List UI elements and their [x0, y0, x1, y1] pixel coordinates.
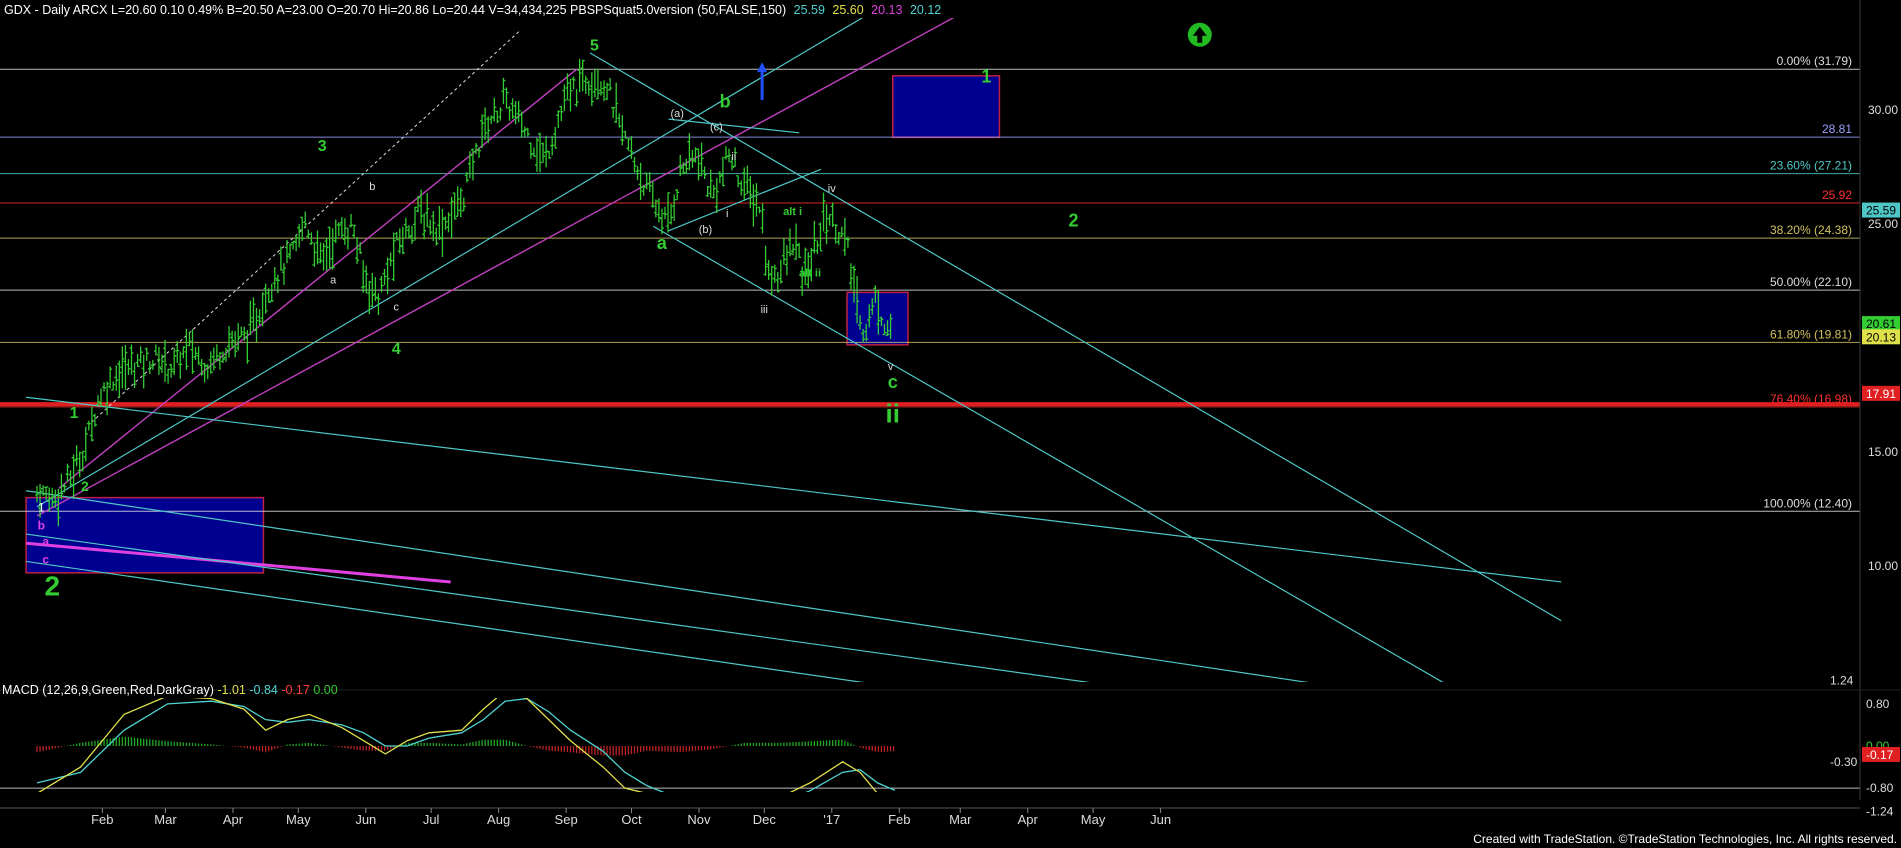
- fib-label-5: 50.00% (22.10): [1770, 275, 1852, 289]
- trendline-9: [26, 490, 1309, 682]
- fib-label-8: 100.00% (12.40): [1763, 496, 1852, 510]
- fib-label-3: 25.92: [1822, 188, 1852, 202]
- macd-label: MACD (12,26,9,Green,Red,DarkGray): [2, 683, 214, 697]
- x-tick-label-0: Feb: [91, 812, 113, 827]
- indicator-value-2: 25.60: [832, 3, 864, 17]
- macd-value-2: -0.84: [249, 683, 278, 697]
- x-tick-label-2: Apr: [223, 812, 244, 827]
- wave-label-22: 2: [81, 478, 89, 494]
- trendline-4: [589, 52, 1562, 622]
- x-tick-label-4: Jun: [355, 812, 376, 827]
- fib-label-0: 0.00% (31.79): [1777, 54, 1852, 68]
- wave-label-11: alt ii: [799, 267, 821, 279]
- price-tag-label-1: 20.61: [1866, 317, 1896, 331]
- trendline-10: [26, 533, 1090, 682]
- wave-label-14: c: [888, 372, 898, 392]
- macd-tick-label-1: 0.80: [1866, 697, 1890, 711]
- y-tick-label-0: 30.00: [1868, 103, 1898, 117]
- macd-tick-label-4: -0.17: [1866, 748, 1894, 762]
- x-tick-label-3: May: [286, 812, 311, 827]
- fib-label-2: 23.60% (27.21): [1770, 159, 1852, 173]
- y-tick-label-1: 25.00: [1868, 217, 1898, 231]
- wave-label-10: alt i: [783, 206, 802, 218]
- fib-label-4: 38.20% (24.38): [1770, 223, 1852, 237]
- wave-label-29: c: [42, 553, 49, 567]
- wave-label-26: 1: [38, 500, 45, 514]
- macd-value-3: -0.17: [281, 683, 310, 697]
- wave-label-21: 1: [70, 405, 79, 422]
- trendline-2: [58, 68, 578, 490]
- macd-signal-line: [36, 698, 896, 792]
- wave-label-23: 2: [44, 571, 60, 602]
- macd-value-4: 0.00: [313, 683, 338, 697]
- wave-label-4: (c): [710, 122, 723, 134]
- wave-label-28: a: [42, 534, 49, 548]
- wave-label-12: a: [657, 233, 668, 253]
- wave-label-7: i: [726, 208, 728, 220]
- target-box-1: [846, 291, 909, 346]
- price-chart[interactable]: 0.00% (31.79) 28.81 23.60% (27.21) 25.92 38.…: [0, 0, 1901, 848]
- indicator-value-1: 25.59: [793, 3, 825, 17]
- x-tick-label-16: Jun: [1150, 812, 1171, 827]
- price-tag-label-3: 17.91: [1866, 387, 1896, 401]
- wave-label-9: iv: [828, 183, 836, 195]
- wave-label-25: 2: [1068, 210, 1078, 230]
- trendline-6: [668, 118, 800, 134]
- wave-label-8: iii: [761, 304, 768, 316]
- macd-value-1: -1.01: [217, 683, 246, 697]
- macd-pane: [0, 698, 1860, 792]
- wave-label-17: b: [369, 181, 375, 193]
- price-tag-label-2: 20.13: [1866, 330, 1896, 344]
- up-arrow-stem: [1197, 34, 1203, 43]
- macd-line: [38, 698, 878, 792]
- fib-label-1: 28.81: [1822, 122, 1852, 136]
- wave-label-19: c: [394, 302, 400, 314]
- x-tick-label-5: Jul: [423, 812, 440, 827]
- blue-arrow-head: [757, 62, 768, 73]
- indicator-value-3: 20.13: [871, 3, 903, 17]
- trendline-3: [36, 18, 864, 508]
- x-tick-label-14: Apr: [1018, 812, 1039, 827]
- wave-label-6: ii: [731, 151, 736, 163]
- footer-copyright: Created with TradeStation. ©TradeStation…: [1473, 832, 1897, 846]
- trendline-11: [26, 560, 865, 682]
- macd-tick-label-0: 1.24: [1830, 674, 1854, 688]
- x-tick-label-11: '17: [823, 812, 840, 827]
- x-tick-label-7: Sep: [555, 812, 578, 827]
- dashed-trendline: [91, 29, 521, 423]
- x-tick-label-6: Aug: [487, 812, 510, 827]
- price-pane: 0.00% (31.79) 28.81 23.60% (27.21) 25.92 38.…: [0, 18, 1860, 682]
- x-tick-label-12: Feb: [888, 812, 910, 827]
- y-tick-label-3: 15.00: [1868, 445, 1898, 459]
- x-tick-label-8: Oct: [621, 812, 642, 827]
- macd-histogram: [36, 736, 895, 756]
- price-tag-label-0: 25.59: [1866, 204, 1896, 218]
- indicator-value-4: 20.12: [909, 3, 942, 17]
- fib-label-6: 61.80% (19.81): [1770, 327, 1852, 341]
- wave-label-15: ii: [886, 398, 900, 428]
- wave-label-13: v: [888, 361, 894, 373]
- x-tick-label-13: Mar: [949, 812, 972, 827]
- macd-tick-label-6: -1.24: [1866, 804, 1894, 818]
- x-tick-label-1: Mar: [154, 812, 177, 827]
- wave-label-27: b: [38, 519, 45, 533]
- macd-header: MACD (12,26,9,Green,Red,DarkGray) -1.01 …: [2, 683, 338, 697]
- y-tick-label-4: 10.00: [1868, 559, 1898, 573]
- wave-label-2: b: [720, 92, 731, 112]
- x-tick-label-9: Nov: [687, 812, 711, 827]
- wave-label-1: 5: [590, 38, 599, 55]
- macd-tick-label-5: -0.80: [1866, 781, 1894, 795]
- wave-label-5: (b): [699, 224, 712, 236]
- wave-label-16: 3: [318, 138, 327, 155]
- ticker-line: GDX - Daily ARCX L=20.60 0.10 0.49% B=20…: [4, 3, 787, 17]
- x-tick-label-10: Dec: [753, 812, 777, 827]
- wave-label-24: 1: [981, 67, 991, 87]
- wave-label-18: a: [330, 274, 337, 286]
- macd-tick-label-3: -0.30: [1830, 755, 1858, 769]
- chart-window: 0.00% (31.79) 28.81 23.60% (27.21) 25.92 38.…: [0, 0, 1901, 848]
- chart-header: GDX - Daily ARCX L=20.60 0.10 0.49% B=20…: [4, 3, 945, 17]
- wave-label-3: (a): [670, 108, 683, 120]
- x-tick-label-15: May: [1081, 812, 1106, 827]
- wave-label-20: 4: [392, 341, 401, 358]
